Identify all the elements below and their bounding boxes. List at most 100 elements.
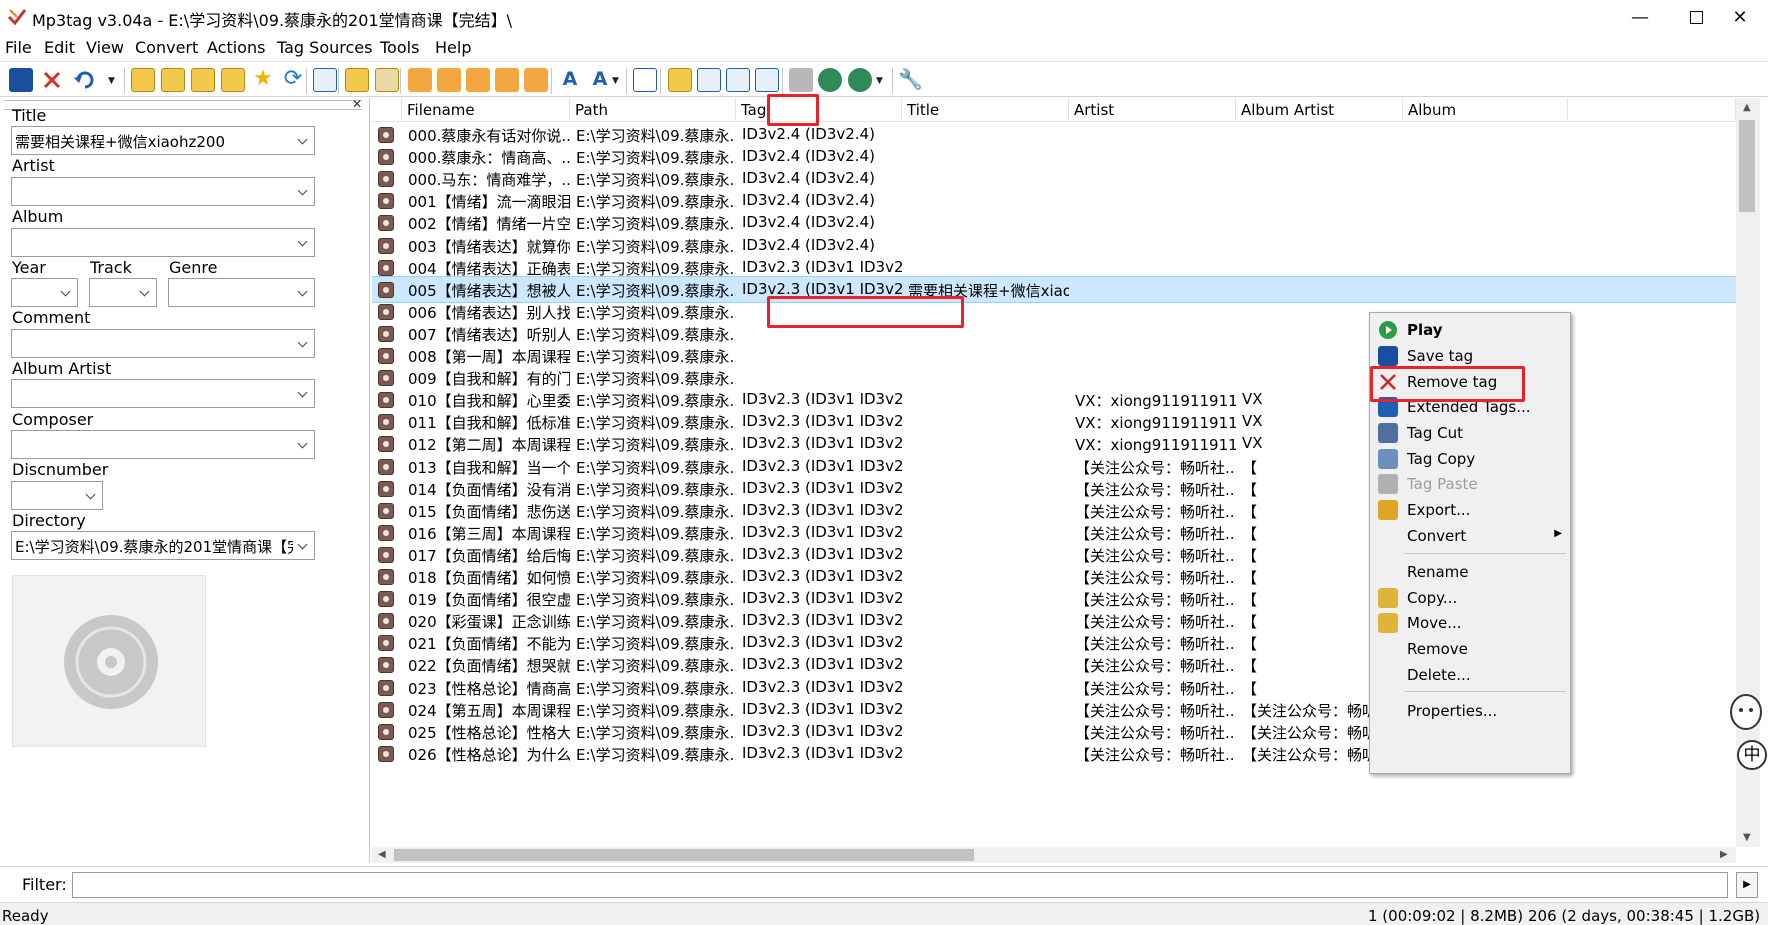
edit-icon[interactable] (633, 68, 657, 92)
playlist-icon[interactable] (697, 68, 721, 92)
tag-tag-icon[interactable] (495, 68, 519, 92)
web-sources-dropdown-icon[interactable]: ▼ (876, 76, 883, 86)
context-menu-item-export[interactable]: Export... (1372, 497, 1568, 523)
text-tag-icon[interactable] (466, 68, 490, 92)
album-field[interactable] (11, 228, 315, 257)
context-menu-item-tag-cut[interactable]: Tag Cut (1372, 420, 1568, 446)
context-menu-item-remove[interactable]: Remove (1372, 636, 1568, 662)
panel-close-icon[interactable]: ✕ (352, 97, 362, 111)
mascot-icon[interactable] (1727, 690, 1765, 738)
scroll-down-icon[interactable]: ▼ (1743, 832, 1751, 843)
remove-tag-icon[interactable] (40, 68, 64, 92)
title-field[interactable]: 需要相关课程+微信xiaohz200 (11, 126, 315, 155)
filename-tag-icon[interactable] (437, 68, 461, 92)
genre-field[interactable] (168, 278, 315, 307)
menu-actions[interactable]: Actions (207, 38, 265, 57)
comment-field[interactable] (11, 329, 315, 358)
scroll-thumb[interactable] (1739, 120, 1755, 212)
menu-view[interactable]: View (86, 38, 124, 57)
menu-file[interactable]: File (5, 38, 32, 57)
tag-filename-icon[interactable] (408, 68, 432, 92)
copy-icon (1378, 449, 1398, 469)
refresh-icon[interactable]: ⟳ (281, 68, 305, 92)
case-dropdown-icon[interactable]: ▼ (612, 76, 619, 86)
column-artist[interactable]: Artist (1069, 98, 1236, 122)
context-menu-item-play[interactable]: Play (1372, 317, 1568, 343)
extended-tags-icon[interactable] (313, 68, 337, 92)
context-menu-item-delete[interactable]: Delete... (1372, 662, 1568, 688)
chevron-down-icon[interactable] (296, 384, 310, 402)
directory-field[interactable]: E:\学习资料\09.蔡康永的201堂情商课【完结】\ (11, 531, 315, 560)
change-directory-icon[interactable] (131, 68, 155, 92)
case-conversion-icon[interactable]: A (588, 68, 612, 92)
chevron-down-icon[interactable] (84, 486, 98, 504)
track-field[interactable] (89, 278, 157, 307)
album-artist-field[interactable] (11, 379, 315, 408)
chevron-down-icon[interactable] (296, 283, 310, 301)
toolbar-separator (338, 68, 339, 94)
info-icon[interactable] (755, 68, 779, 92)
converter-icon[interactable] (789, 68, 813, 92)
filter-input[interactable] (72, 872, 1728, 898)
chevron-down-icon[interactable] (296, 233, 310, 251)
chevron-down-icon[interactable] (296, 435, 310, 453)
menu-edit[interactable]: Edit (44, 38, 75, 57)
scroll-right-icon[interactable]: ▶ (1720, 849, 1728, 860)
reload-icon[interactable] (221, 68, 245, 92)
column-filename[interactable]: Filename (402, 98, 570, 122)
ime-indicator[interactable]: 中 (1737, 740, 1767, 770)
column-title[interactable]: Title (902, 98, 1069, 122)
paste-tag-icon[interactable] (375, 68, 399, 92)
discnumber-field[interactable] (11, 481, 103, 510)
web-sources-icon[interactable] (848, 68, 872, 92)
menu-tools[interactable]: Tools (380, 38, 419, 57)
tag-playlist-icon[interactable] (524, 68, 548, 92)
horizontal-scrollbar[interactable]: ◀ ▶ (372, 847, 1736, 863)
copy-tag-icon[interactable] (345, 68, 369, 92)
context-menu-item-copy[interactable]: Copy... (1372, 585, 1568, 611)
save-icon[interactable] (9, 68, 33, 92)
playlist-selected-icon[interactable] (726, 68, 750, 92)
column-path[interactable]: Path (570, 98, 736, 122)
chevron-down-icon[interactable] (296, 182, 310, 200)
column-album[interactable]: Album (1403, 98, 1568, 122)
scroll-left-icon[interactable]: ◀ (378, 849, 386, 860)
column-icon[interactable] (372, 98, 402, 122)
context-menu-item-tag-copy[interactable]: Tag Copy (1372, 446, 1568, 472)
context-menu-item-rename[interactable]: Rename (1372, 559, 1568, 585)
column-album-artist[interactable]: Album Artist (1236, 98, 1403, 122)
context-menu-item-move[interactable]: Move... (1372, 610, 1568, 636)
chevron-down-icon[interactable] (296, 131, 310, 149)
chevron-down-icon[interactable] (296, 334, 310, 352)
add-directory-icon[interactable] (161, 68, 185, 92)
export-icon[interactable] (668, 68, 692, 92)
year-field[interactable] (11, 278, 78, 307)
artist-field[interactable] (11, 177, 315, 206)
cover-art-area[interactable] (12, 575, 206, 747)
column-tag[interactable]: Tag (736, 98, 902, 122)
filter-go-button[interactable]: ▶ (1736, 872, 1758, 898)
open-folder-icon[interactable] (191, 68, 215, 92)
context-menu-item-tag-paste[interactable]: Tag Paste (1372, 471, 1568, 497)
column-filler (1568, 98, 1736, 122)
favorite-icon[interactable]: ★ (251, 68, 275, 92)
options-icon[interactable]: 🔧 (898, 68, 923, 92)
close-button[interactable]: ✕ (1712, 0, 1768, 34)
undo-dropdown-icon[interactable]: ▼ (108, 76, 115, 86)
scroll-thumb[interactable] (394, 849, 974, 861)
auto-numbering-icon[interactable]: A (558, 68, 582, 92)
freedb-icon[interactable] (818, 68, 842, 92)
minimize-button[interactable]: — (1612, 0, 1668, 34)
chevron-down-icon[interactable] (59, 283, 73, 301)
undo-icon[interactable] (73, 68, 97, 92)
chevron-down-icon[interactable] (296, 536, 310, 554)
chevron-down-icon[interactable] (138, 283, 152, 301)
scroll-up-icon[interactable]: ▲ (1743, 102, 1751, 113)
context-menu-item-properties[interactable]: Properties... (1372, 698, 1568, 724)
menu-tag-sources[interactable]: Tag Sources (277, 38, 372, 57)
context-menu-item-convert[interactable]: Convert ▶ (1372, 523, 1568, 549)
menu-convert[interactable]: Convert (135, 38, 198, 57)
menu-help[interactable]: Help (435, 38, 471, 57)
album-artist-label: Album Artist (12, 359, 112, 378)
composer-field[interactable] (11, 430, 315, 459)
